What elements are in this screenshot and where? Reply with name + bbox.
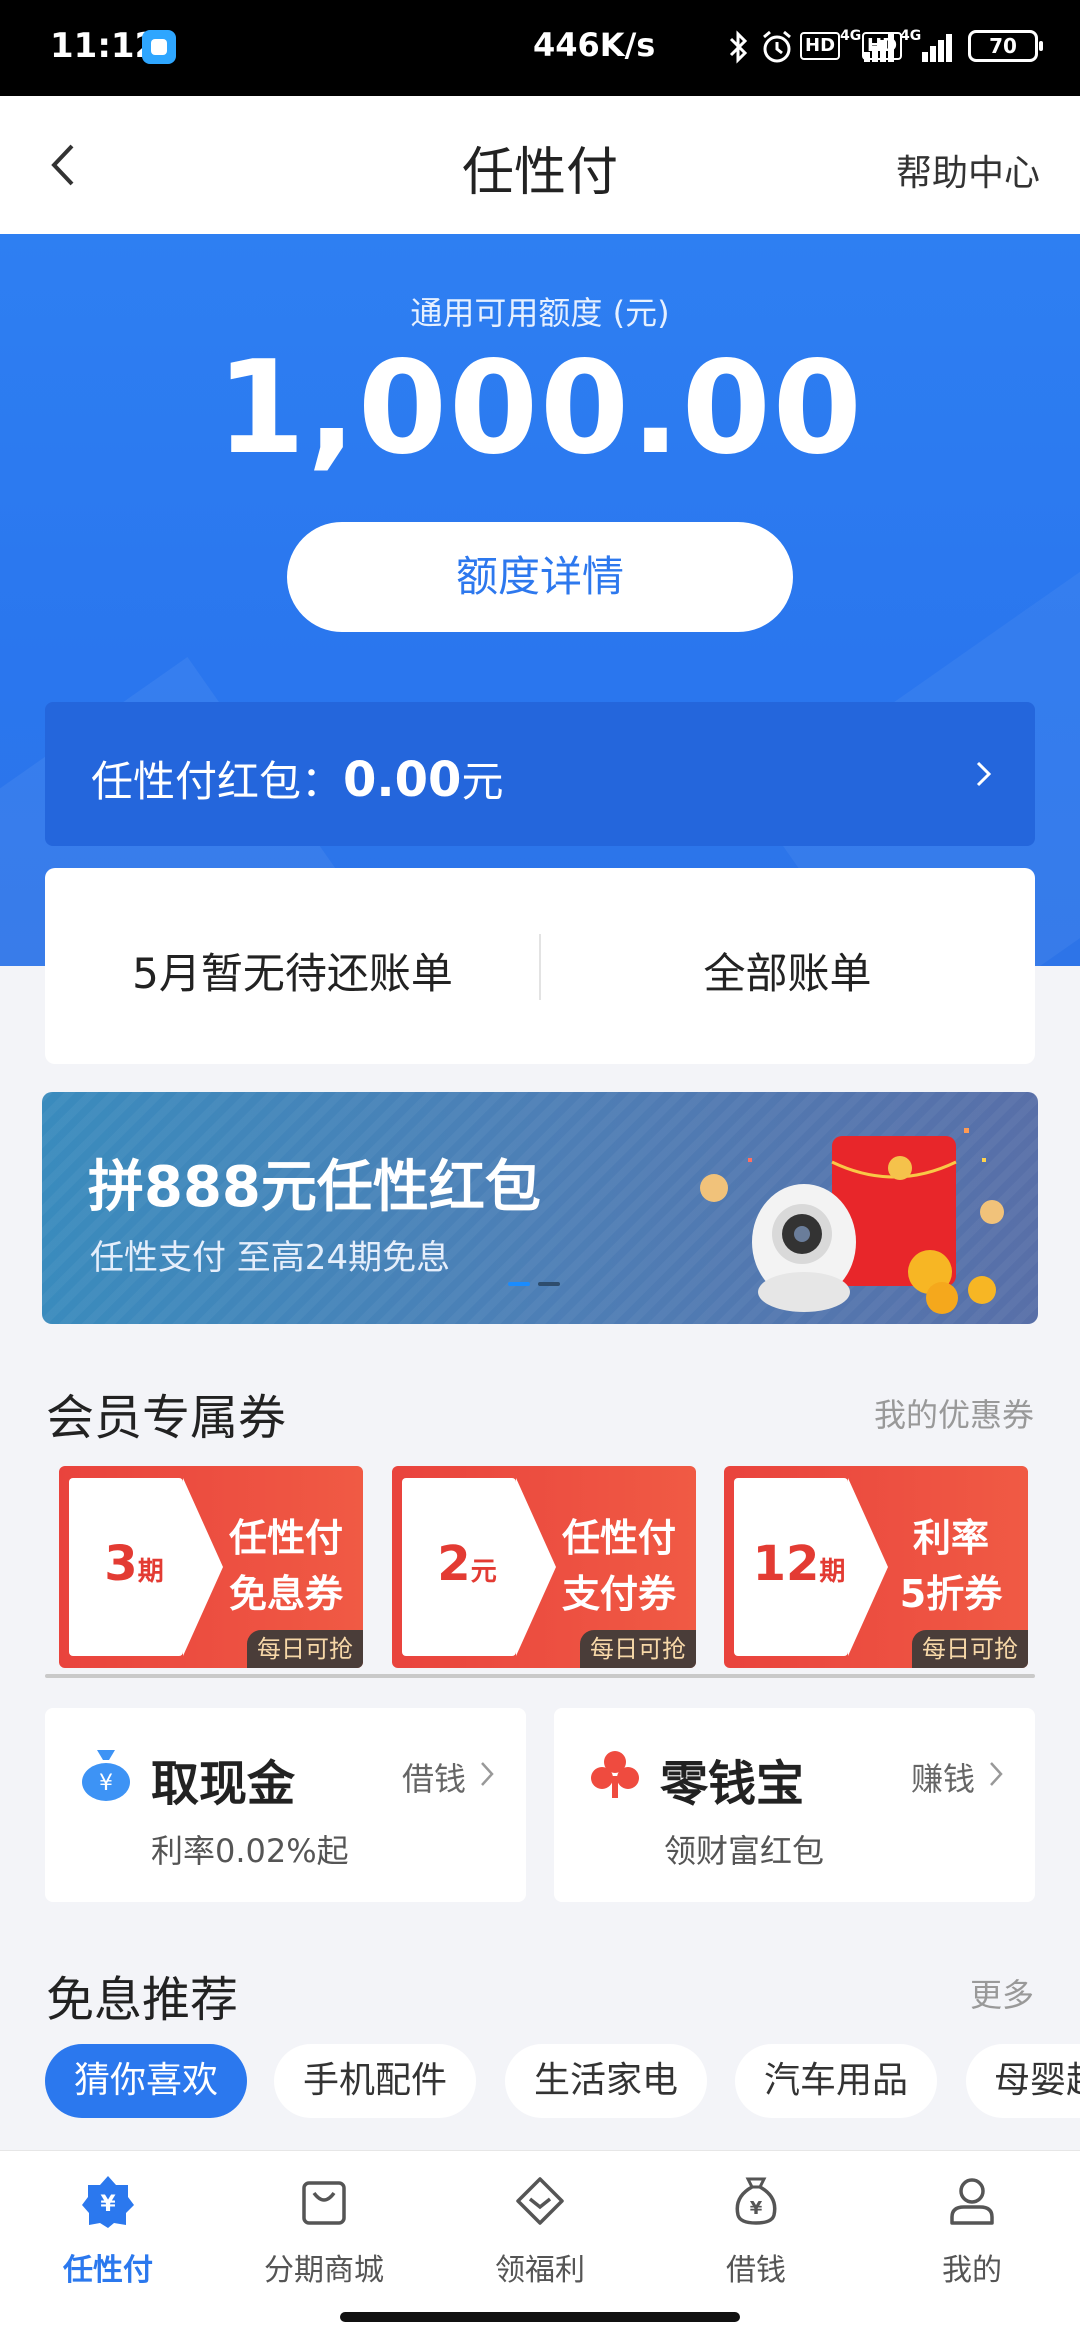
hd-badge-1: HD: [800, 32, 841, 60]
category-chip-mother-baby[interactable]: 母婴超: [966, 2044, 1080, 2118]
tab-label: 领福利: [495, 2253, 585, 2288]
change-treasure-card[interactable]: 零钱宝 赚钱 领财富红包: [554, 1708, 1035, 1902]
pending-bill-status[interactable]: 5月暂无待还账单: [45, 940, 540, 1001]
more-link[interactable]: 更多: [970, 1970, 1034, 2016]
home-indicator[interactable]: [340, 2312, 740, 2322]
camera-red-envelope-illustration: [700, 1128, 1004, 1314]
chevron-right-icon: [976, 761, 992, 787]
svg-text:¥: ¥: [750, 2198, 763, 2219]
bluetooth-icon: [729, 30, 748, 64]
category-chip-auto-supplies[interactable]: 汽车用品: [735, 2044, 937, 2118]
coupon-tag: 每日可抢: [247, 1630, 363, 1668]
status-bar: 11:12 446K/s HD 4G HD 4G 70: [0, 0, 1080, 96]
coupon-name-line1: 利率: [912, 1516, 989, 1560]
coupon-name-line2: 5折券: [899, 1572, 1003, 1616]
credit-detail-button[interactable]: 额度详情: [287, 522, 793, 632]
coupon-name-line1: 任性付: [561, 1516, 676, 1560]
banner-title: 拼888元任性红包: [88, 1155, 541, 1220]
tab-label: 我的: [942, 2253, 1002, 2288]
svg-text:¥: ¥: [100, 2192, 116, 2217]
money-bag-icon: ¥: [82, 1750, 130, 1801]
red-packet-row[interactable]: 任性付红包：0.00元: [45, 702, 1035, 846]
battery-icon: 70: [968, 30, 1043, 62]
network-type-2: 4G: [900, 28, 922, 44]
tab-borrow[interactable]: ¥ 借钱: [648, 2151, 864, 2297]
pagination-dot: [538, 1282, 560, 1286]
bottom-tab-bar: ¥ 任性付 分期商城 领福利 ¥ 借钱 我的: [0, 2150, 1080, 2296]
tab-installment-mall[interactable]: 分期商城: [216, 2151, 432, 2297]
category-chip-phone-accessories[interactable]: 手机配件: [274, 2044, 476, 2118]
credit-hero: 通用可用额度 (元) 1,000.00 额度详情 任性付红包：0.00元: [0, 234, 1080, 966]
credit-label: 通用可用额度 (元): [410, 294, 670, 332]
renxingfu-icon: ¥: [82, 2176, 134, 2228]
my-coupons-link[interactable]: 我的优惠券: [874, 1390, 1034, 1436]
borrow-money-icon: ¥: [735, 2177, 777, 2225]
all-bills-link[interactable]: 全部账单: [540, 940, 1035, 1001]
coupon-name-line2: 支付券: [561, 1572, 676, 1616]
service-desc: 领财富红包: [664, 1832, 825, 1870]
banner-subtitle: 任性支付 至高24期免息: [90, 1238, 451, 1278]
tab-benefits[interactable]: 领福利: [432, 2151, 648, 2297]
service-desc: 利率0.02%起: [151, 1832, 349, 1870]
help-center-link[interactable]: 帮助中心: [896, 144, 1040, 196]
alarm-icon: [763, 30, 791, 63]
tab-label: 借钱: [726, 2253, 786, 2288]
category-chip-guess[interactable]: 猜你喜欢: [45, 2044, 247, 2118]
chevron-right-icon: [481, 1762, 494, 1786]
network-type-1: 4G: [840, 28, 862, 44]
svg-text:¥: ¥: [99, 1771, 113, 1796]
category-chip-home-appliances[interactable]: 生活家电: [505, 2044, 707, 2118]
gift-diamond-icon: [516, 2177, 564, 2225]
tab-label: 分期商城: [264, 2253, 384, 2288]
coupon-tag: 每日可抢: [912, 1630, 1028, 1668]
shopping-bag-icon: [302, 2181, 346, 2225]
service-title: 取现金: [151, 1756, 296, 1812]
coupon-card[interactable]: 12期 利率 5折券 每日可抢: [724, 1466, 1028, 1668]
free-interest-title: 免息推荐: [46, 1972, 239, 2028]
coupon-name-line1: 任性付: [228, 1516, 343, 1560]
coupon-unit: 元: [470, 1557, 497, 1587]
hd-badge-2: HD: [862, 32, 903, 60]
promo-banner[interactable]: 拼888元任性红包 任性支付 至高24期免息: [42, 1092, 1038, 1324]
app-notification-icon: [142, 30, 176, 64]
tab-label: 任性付: [63, 2253, 153, 2288]
chevron-right-icon: [990, 1762, 1003, 1786]
red-packet-label: 任性付红包：: [91, 757, 344, 806]
red-packet-amount: 0.00: [343, 752, 462, 808]
profile-icon: [950, 2178, 994, 2225]
service-action: 赚钱: [910, 1760, 975, 1798]
coupon-section-title: 会员专属券: [46, 1390, 287, 1446]
nav-bar: 任性付 帮助中心: [0, 96, 1080, 234]
service-action: 借钱: [401, 1760, 466, 1798]
coupon-name-line2: 免息券: [228, 1572, 343, 1616]
coupon-tag: 每日可抢: [580, 1630, 696, 1668]
credit-amount: 1,000.00: [216, 334, 864, 483]
tab-mine[interactable]: 我的: [864, 2151, 1080, 2297]
network-speed: 446K/s: [533, 26, 656, 64]
coupon-value: 2: [437, 1536, 471, 1592]
coupon-unit: 期: [137, 1557, 164, 1587]
signal-icon-2: 4G: [900, 28, 956, 62]
bill-card: 5月暂无待还账单 全部账单: [45, 868, 1035, 1064]
tab-renxingfu[interactable]: ¥ 任性付: [0, 2151, 216, 2297]
clover-icon: [591, 1751, 639, 1798]
coupon-card[interactable]: 2元 任性付支付券 每日可抢: [392, 1466, 696, 1668]
cash-withdrawal-card[interactable]: ¥ 取现金 借钱 利率0.02%起: [45, 1708, 526, 1902]
coupon-card[interactable]: 3期 任性付免息券 每日可抢: [59, 1466, 363, 1668]
coupon-value: 12: [752, 1536, 820, 1592]
coupon-unit: 期: [819, 1557, 846, 1587]
coupon-value: 3: [104, 1536, 138, 1592]
coupon-scroll-indicator: [45, 1674, 1035, 1678]
service-title: 零钱宝: [660, 1756, 805, 1812]
pagination-dot-active: [508, 1282, 530, 1286]
red-packet-unit: 元: [461, 757, 504, 806]
